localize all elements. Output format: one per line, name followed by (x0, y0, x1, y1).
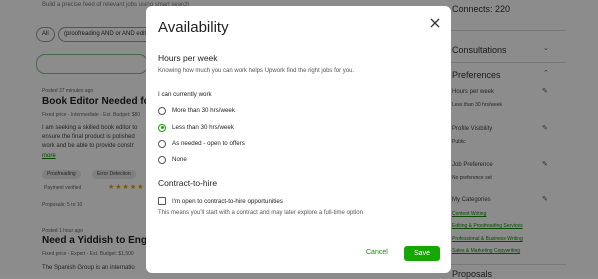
cancel-button[interactable]: Cancel (366, 249, 388, 256)
radio-label: Less than 30 hrs/week (172, 124, 234, 131)
hours-subtitle: Knowing how much you can work helps Upwo… (158, 68, 355, 74)
close-icon[interactable] (428, 16, 442, 30)
contract-heading: Contract-to-hire (158, 178, 218, 188)
contract-note: This means you'll start with a contract … (158, 210, 363, 216)
radio-button[interactable] (158, 139, 166, 148)
radio-label: None (172, 156, 187, 163)
checkbox-label: I'm open to contract-to-hire opportuniti… (172, 197, 283, 205)
radio-label: More than 30 hrs/week (172, 107, 235, 114)
radio-label: As needed - open to offers (172, 140, 245, 147)
radio-button[interactable] (158, 155, 166, 164)
radio-none[interactable]: None (158, 154, 187, 165)
currently-label: I can currently work (158, 91, 212, 98)
radio-as-needed[interactable]: As needed - open to offers (158, 138, 245, 149)
contract-to-hire-checkbox[interactable] (158, 197, 166, 205)
radio-more-than-30[interactable]: More than 30 hrs/week (158, 105, 235, 116)
radio-button[interactable] (158, 106, 166, 115)
radio-button-selected[interactable] (158, 123, 166, 132)
availability-modal: Availability Hours per week Knowing how … (146, 6, 451, 273)
save-button[interactable]: Save (404, 246, 440, 261)
radio-less-than-30[interactable]: Less than 30 hrs/week (158, 122, 234, 133)
hours-heading: Hours per week (158, 53, 218, 63)
contract-to-hire-checkbox-row[interactable]: I'm open to contract-to-hire opportuniti… (158, 196, 283, 206)
modal-title: Availability (158, 19, 229, 36)
